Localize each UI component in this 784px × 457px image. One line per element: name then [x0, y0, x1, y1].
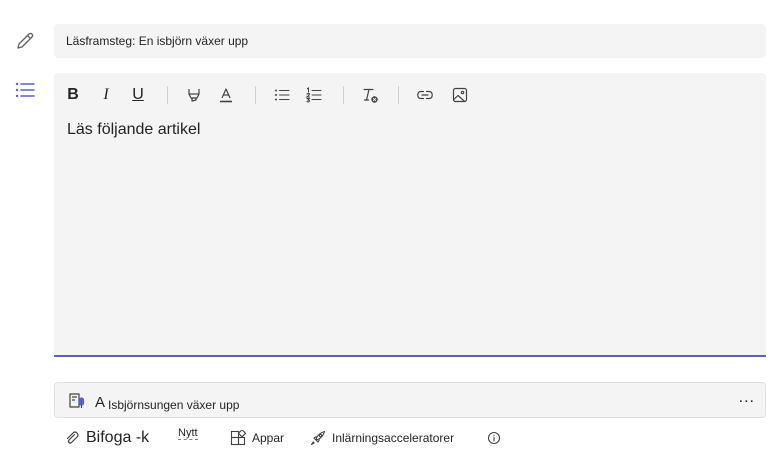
numbered-list-button[interactable]: [302, 83, 326, 107]
bulleted-list-icon: [275, 89, 290, 101]
font-color-button[interactable]: [214, 83, 238, 107]
clear-formatting-icon: [363, 88, 378, 103]
attach-button[interactable]: Bifoga -k: [64, 426, 149, 450]
formatting-toolbar: B I U: [54, 83, 766, 107]
learning-accelerators-button[interactable]: Inlärningsacceleratorer: [310, 426, 454, 450]
attach-label: Bifoga -k: [86, 429, 150, 446]
italic-button[interactable]: I: [94, 83, 118, 107]
new-button[interactable]: Nytt: [178, 427, 198, 440]
insert-link-button[interactable]: [413, 83, 437, 107]
attachment-actions: Bifoga -k Nytt Appar Inlärningsaccelerat…: [64, 426, 764, 450]
rocket-icon: [310, 430, 326, 446]
toolbar-divider: [255, 86, 256, 104]
apps-label: Appar: [252, 431, 285, 445]
highlighter-icon: [188, 89, 200, 102]
learning-accelerators-label: Inlärningsacceleratorer: [332, 431, 455, 445]
instructions-editor[interactable]: B I U Läs följande artikel: [54, 73, 766, 357]
link-icon: [417, 90, 433, 100]
bold-button[interactable]: B: [61, 83, 85, 107]
highlight-button[interactable]: [182, 83, 206, 107]
resource-prefix: A: [95, 394, 106, 411]
underline-label: U: [132, 86, 144, 103]
pencil-icon: [14, 30, 36, 52]
resource-name: Isbjörnsungen växer upp: [108, 398, 240, 412]
attached-resource[interactable]: A Isbjörnsungen växer upp ...: [54, 382, 766, 418]
bulleted-list-button[interactable]: [270, 83, 294, 107]
instructions-text[interactable]: Läs följande artikel: [67, 121, 753, 343]
clear-formatting-button[interactable]: [358, 83, 382, 107]
toolbar-divider: [167, 86, 168, 104]
info-icon: [487, 431, 501, 445]
italic-label: I: [103, 86, 109, 103]
bold-label: B: [67, 86, 79, 103]
instructions-list-icon: [14, 79, 36, 101]
apps-icon: [230, 430, 246, 446]
more-options-button[interactable]: ...: [739, 389, 755, 407]
reading-progress-icon: [67, 391, 87, 411]
accelerators-info-button[interactable]: [486, 426, 508, 450]
underline-button[interactable]: U: [126, 83, 150, 107]
apps-button[interactable]: Appar: [230, 426, 284, 450]
paperclip-icon: [66, 431, 79, 444]
numbered-list-icon: [305, 87, 322, 103]
image-icon: [452, 87, 468, 103]
font-color-icon: [220, 88, 232, 103]
toolbar-divider: [398, 86, 399, 104]
assignment-title-field[interactable]: [54, 24, 766, 58]
insert-image-button[interactable]: [448, 83, 472, 107]
toolbar-divider: [343, 86, 344, 104]
assignment-title-input[interactable]: [54, 24, 766, 58]
